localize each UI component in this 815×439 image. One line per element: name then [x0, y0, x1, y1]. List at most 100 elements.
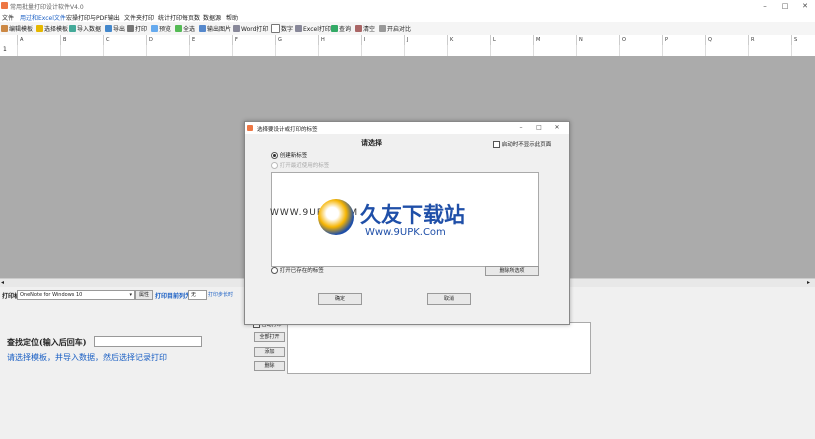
menu-datasource[interactable]: 数据源: [203, 13, 221, 22]
grid-cell[interactable]: [619, 45, 662, 56]
menu-file[interactable]: 文件: [2, 13, 14, 22]
radio-circle: [271, 162, 278, 169]
print-column-select[interactable]: 无: [188, 290, 207, 300]
watermark-name: 久友下载站: [360, 203, 465, 227]
printer-properties-button[interactable]: 属性: [135, 290, 153, 300]
compare-button[interactable]: 开启对比: [379, 24, 411, 33]
dont-show-checkbox[interactable]: 启动时不显示此页面: [493, 140, 551, 148]
column-header[interactable]: B: [60, 35, 103, 45]
dialog-minimize-button[interactable]: –: [511, 122, 531, 134]
scroll-right-icon[interactable]: ▸: [807, 279, 810, 286]
delete-button[interactable]: 删除: [254, 361, 285, 371]
image-icon: [199, 25, 206, 32]
grid-cell[interactable]: [146, 45, 189, 56]
grid-cell[interactable]: [232, 45, 275, 56]
menu-stats[interactable]: 统计打印每页数: [158, 13, 200, 22]
clear-button[interactable]: 清空: [355, 24, 375, 33]
select-template-button[interactable]: 选择模板: [36, 24, 68, 33]
close-button[interactable]: ✕: [795, 0, 815, 12]
menu-pdf[interactable]: 宏操打印与PDF输出: [66, 13, 120, 22]
pencil-icon: [1, 25, 8, 32]
column-header[interactable]: R: [748, 35, 791, 45]
edit-template-button[interactable]: 编辑模板: [1, 24, 33, 33]
query-button[interactable]: 查询: [331, 24, 351, 33]
grid-cell[interactable]: [705, 45, 748, 56]
menu-help[interactable]: 帮助: [226, 13, 238, 22]
radio-open-recent[interactable]: 打开最近使用的标签: [271, 161, 329, 169]
scroll-left-icon[interactable]: ◂: [1, 279, 4, 286]
column-header[interactable]: A: [17, 35, 60, 45]
cancel-button[interactable]: 取消: [427, 293, 471, 305]
column-header[interactable]: Q: [705, 35, 748, 45]
import-icon: [69, 25, 76, 32]
grid-cell[interactable]: [791, 45, 815, 56]
import-data-button[interactable]: 导入数据: [69, 24, 101, 33]
compare-icon: [379, 25, 386, 32]
grid-cell[interactable]: [748, 45, 791, 56]
dialog-close-button[interactable]: ✕: [547, 122, 567, 134]
dialog-icon: [247, 125, 253, 131]
export-button[interactable]: 导出: [105, 24, 125, 33]
grid-cell[interactable]: [189, 45, 232, 56]
word-icon: [233, 25, 240, 32]
column-header[interactable]: S: [791, 35, 815, 45]
column-header[interactable]: F: [232, 35, 275, 45]
dialog-heading: 请选择: [361, 139, 382, 147]
search-input[interactable]: [94, 336, 202, 347]
grid-cell[interactable]: [103, 45, 146, 56]
excel-icon: [295, 25, 302, 32]
column-header[interactable]: I: [361, 35, 404, 45]
printer-select[interactable]: OneNote for Windows 10 ▾: [17, 290, 135, 300]
grid-cell[interactable]: [17, 45, 60, 56]
column-header[interactable]: J: [404, 35, 447, 45]
column-header[interactable]: H: [318, 35, 361, 45]
word-print-button[interactable]: Word打印: [233, 24, 268, 33]
minimize-button[interactable]: –: [755, 0, 775, 12]
column-header[interactable]: G: [275, 35, 318, 45]
radio-create-new[interactable]: 创建新标签: [271, 151, 307, 159]
window-title: 常用批量打印设计软件V4.0: [10, 4, 84, 11]
ok-button[interactable]: 确定: [318, 293, 362, 305]
print-button[interactable]: 打印: [127, 24, 147, 33]
number-button[interactable]: 数字: [271, 24, 293, 33]
app-icon: [1, 2, 8, 9]
printer-icon: [127, 25, 134, 32]
column-header[interactable]: L: [490, 35, 533, 45]
open-all-button[interactable]: 全部打开: [254, 332, 285, 342]
column-header[interactable]: O: [619, 35, 662, 45]
delete-selected-button[interactable]: 删除所选项: [485, 266, 539, 276]
grid-cell[interactable]: [662, 45, 705, 56]
dialog-title-bar: 选择要设计或打印的标签 – □ ✕: [245, 122, 569, 134]
query-icon: [331, 25, 338, 32]
column-header[interactable]: M: [533, 35, 576, 45]
column-header[interactable]: E: [189, 35, 232, 45]
check-icon: [175, 25, 182, 32]
grid-cell[interactable]: [533, 45, 576, 56]
menu-excel[interactable]: 用过和Excel文件: [20, 13, 66, 22]
grid-cell[interactable]: [361, 45, 404, 56]
grid-cell[interactable]: [576, 45, 619, 56]
title-bar: 常用批量打印设计软件V4.0 – □ ✕: [0, 0, 815, 12]
grid-cell[interactable]: [275, 45, 318, 56]
add-button[interactable]: 添加: [254, 347, 285, 357]
output-image-button[interactable]: 输出图片: [199, 24, 231, 33]
record-list[interactable]: [287, 322, 591, 374]
radio-open-existing[interactable]: 打开已存在的标签: [271, 266, 324, 274]
maximize-button[interactable]: □: [775, 0, 795, 12]
grid-cell[interactable]: [404, 45, 447, 56]
column-header[interactable]: P: [662, 35, 705, 45]
menu-folder-print[interactable]: 文件夹打印: [124, 13, 154, 22]
column-header[interactable]: C: [103, 35, 146, 45]
excel-print-button[interactable]: Excel打印: [295, 24, 331, 33]
broom-icon: [355, 25, 362, 32]
grid-cell[interactable]: [490, 45, 533, 56]
preview-button[interactable]: 预览: [151, 24, 171, 33]
select-all-button[interactable]: 全选: [175, 24, 195, 33]
column-header[interactable]: K: [447, 35, 490, 45]
column-header[interactable]: N: [576, 35, 619, 45]
dialog-maximize-button[interactable]: □: [529, 122, 549, 134]
grid-cell[interactable]: [447, 45, 490, 56]
grid-cell[interactable]: [60, 45, 103, 56]
column-header[interactable]: D: [146, 35, 189, 45]
grid-cell[interactable]: [318, 45, 361, 56]
